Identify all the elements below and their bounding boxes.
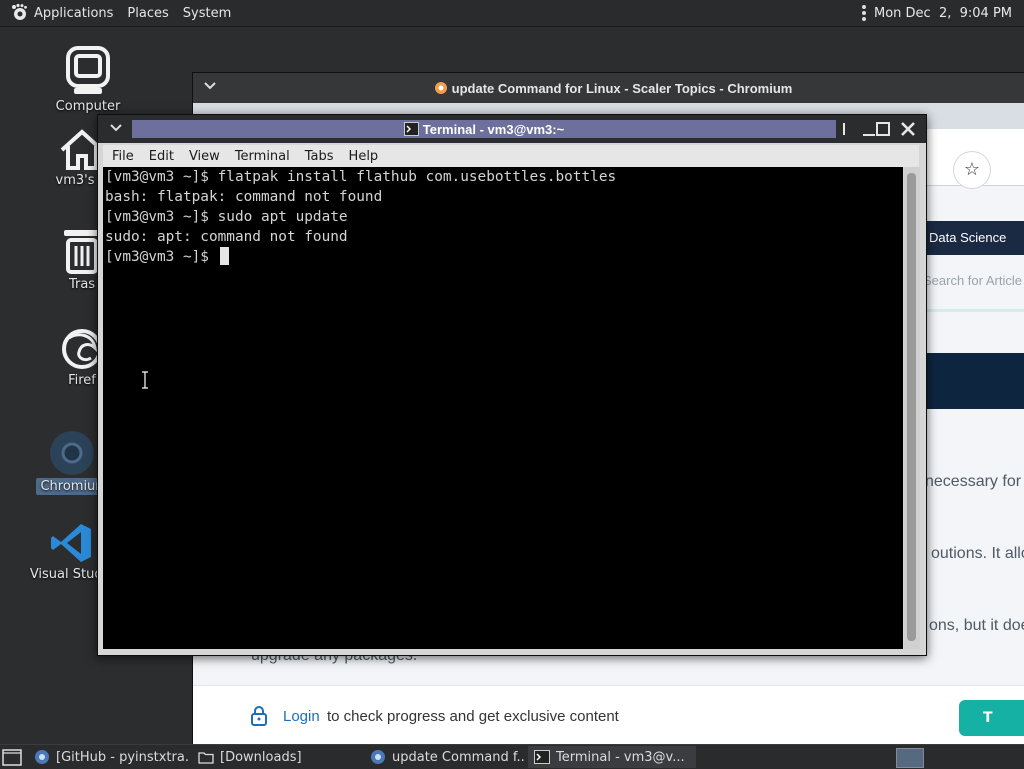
folder-icon (198, 752, 214, 764)
chromium-icon (50, 431, 94, 475)
desktop-icon-label: Firef (68, 373, 96, 388)
terminal-prompt-line[interactable]: [vm3@vm3 ~]$ (105, 247, 903, 267)
chromium-window-title: update Command for Linux - Scaler Topics… (451, 80, 793, 96)
panel-menu-icon[interactable] (861, 5, 866, 21)
terminal-output[interactable]: [vm3@vm3 ~]$ flatpak install flathub com… (103, 167, 903, 649)
show-desktop-icon[interactable] (2, 747, 24, 767)
taskbar-task-label: update Command f... (392, 749, 526, 765)
menu-edit[interactable]: Edit (149, 149, 174, 164)
terminal-title-strip[interactable]: Terminal - vm3@vm3:~ (132, 120, 836, 138)
terminal-scrollbar[interactable] (904, 167, 920, 649)
menu-file[interactable]: File (112, 149, 134, 164)
terminal-icon (403, 122, 419, 136)
window-menu-chevron-icon[interactable] (203, 79, 217, 93)
terminal-menubar: File Edit View Terminal Tabs Help (103, 145, 919, 167)
article-text-fragment: necessary for (925, 473, 1022, 490)
places-menu[interactable]: Places (127, 6, 168, 21)
lock-icon (251, 706, 267, 726)
nav-item-data-science[interactable]: Data Science (919, 221, 1024, 255)
terminal-prompt: [vm3@vm3 ~]$ (105, 249, 218, 265)
computer-icon (66, 46, 110, 94)
maximize-icon[interactable] (874, 120, 892, 138)
bottom-taskbar: [GitHub - pyinstxtra... [Downloads] upda… (0, 744, 1024, 769)
terminal-line: [vm3@vm3 ~]$ sudo apt update (105, 209, 348, 225)
article-text-fragment: outions. It allo (931, 545, 1024, 562)
top-panel: Applications Places System Mon Dec 2, 9:… (0, 0, 1024, 27)
mouse-ibeam-cursor-icon (142, 370, 148, 390)
desktop-icon-label: Computer (55, 99, 121, 114)
taskbar-task-chromium[interactable]: update Command f... (364, 746, 526, 768)
menu-terminal[interactable]: Terminal (235, 149, 290, 164)
clock-area: Mon Dec 2, 9:04 PM (861, 0, 1012, 26)
taskbar-task-label: Terminal - vm3@v... (556, 749, 685, 765)
desktop-icon-computer[interactable]: Computer (38, 46, 138, 115)
chromium-icon (371, 750, 385, 764)
workspace-switcher[interactable] (896, 748, 924, 768)
menu-view[interactable]: View (189, 149, 220, 164)
terminal-line: [vm3@vm3 ~]$ flatpak install flathub com… (105, 169, 617, 185)
vscode-icon (51, 524, 91, 562)
cta-button[interactable]: T (959, 700, 1024, 736)
terminal-titlebar[interactable]: Terminal - vm3@vm3:~ (98, 115, 926, 143)
terminal-icon (534, 750, 550, 764)
bookmark-star-icon[interactable]: ☆ (953, 151, 991, 189)
article-text-fragment: ons, but it doe (929, 617, 1024, 634)
chromium-icon (35, 750, 49, 764)
scrollbar-thumb[interactable] (907, 173, 916, 641)
taskbar-task-downloads[interactable]: [Downloads] (192, 746, 362, 768)
applications-menu[interactable]: Applications (34, 6, 113, 21)
menu-help[interactable]: Help (349, 149, 379, 164)
accent-divider (919, 309, 1024, 312)
login-prompt-text: to check progress and get exclusive cont… (327, 708, 619, 725)
cta-button-label: T (983, 710, 993, 726)
desktop-icon-label: Tras (68, 277, 96, 292)
chromium-favicon-icon (434, 82, 447, 94)
window-menu-chevron-icon[interactable] (109, 121, 123, 135)
taskbar-task-terminal[interactable]: Terminal - vm3@v... (528, 746, 696, 768)
terminal-window[interactable]: Terminal - vm3@vm3:~ File Edit View Term… (97, 114, 927, 656)
terminal-window-title: Terminal - vm3@vm3:~ (422, 121, 565, 137)
taskbar-task-github[interactable]: [GitHub - pyinstxtra... (28, 746, 190, 768)
system-menu[interactable]: System (183, 6, 231, 21)
chromium-titlebar[interactable]: update Command for Linux - Scaler Topics… (193, 73, 1024, 103)
article-search-input[interactable]: Search for Article (923, 273, 1022, 288)
minimize-icon[interactable] (840, 120, 858, 138)
taskbar-task-label: [GitHub - pyinstxtra... (56, 749, 190, 765)
terminal-line: sudo: apt: command not found (105, 229, 348, 245)
terminal-line: bash: flatpak: command not found (105, 189, 383, 205)
taskbar-task-label: [Downloads] (220, 749, 302, 765)
text-cursor (219, 247, 229, 265)
login-link[interactable]: Login (283, 708, 320, 725)
login-prompt-bar: Login to check progress and get exclusiv… (193, 685, 1024, 749)
close-icon[interactable] (899, 120, 917, 138)
dark-banner (919, 353, 1024, 409)
gnome-foot-icon[interactable] (10, 3, 30, 23)
clock[interactable]: Mon Dec 2, 9:04 PM (874, 6, 1012, 21)
menu-tabs[interactable]: Tabs (305, 149, 334, 164)
